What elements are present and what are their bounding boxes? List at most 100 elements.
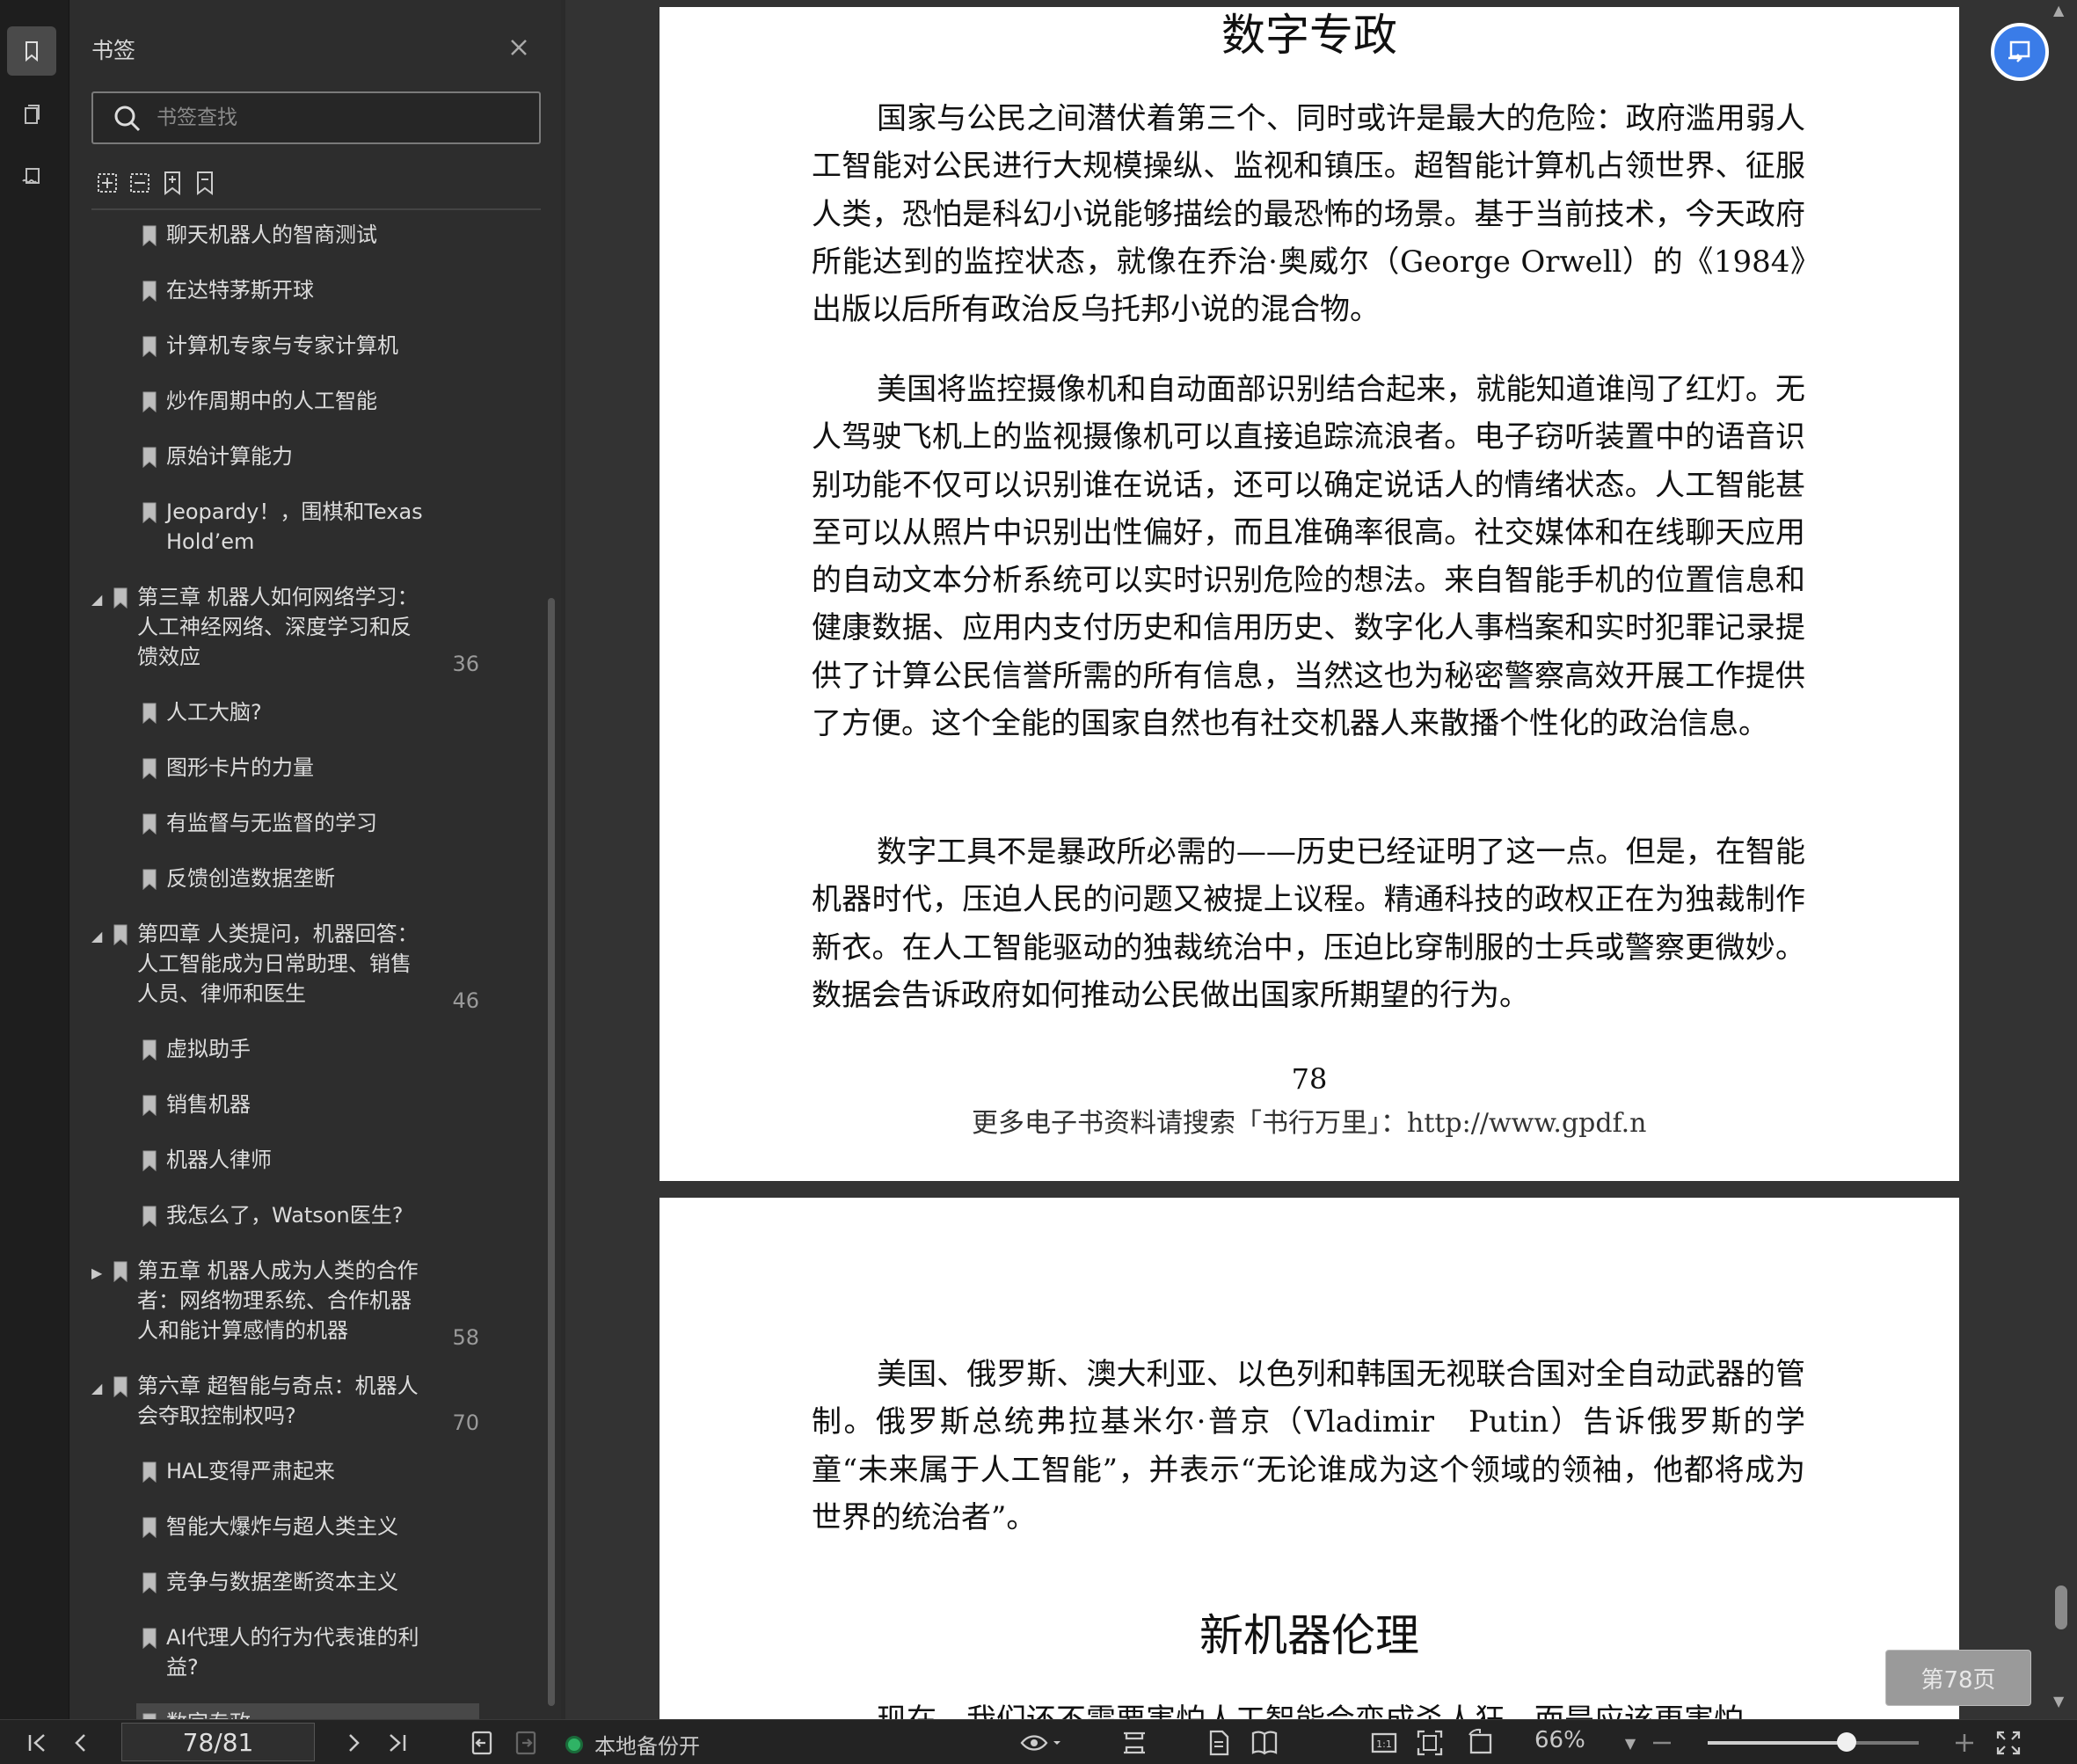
bookmark-item[interactable]: 竞争与数据垄断资本主义 75 [136, 1563, 479, 1614]
double-page-button[interactable] [1249, 1727, 1280, 1759]
bookmark-item[interactable]: AI代理人的行为代表谁的利 益? 77 [136, 1618, 479, 1699]
actual-size-button[interactable]: 1:1 [1368, 1727, 1400, 1759]
bookmark-item[interactable]: 炒作周期中的人工智能 31 [136, 382, 479, 433]
collapse-all-icon[interactable] [124, 167, 156, 199]
bookmark-item[interactable]: 机器人律师 52 [136, 1141, 479, 1192]
bookmark-item[interactable]: HAL变得严肃起来 72 [136, 1452, 479, 1503]
bookmark-icon [142, 1517, 157, 1539]
bookmark-label: 聊天机器人的智商测试 [166, 222, 377, 247]
zoom-level[interactable]: 66% [1534, 1727, 1585, 1753]
first-page-button[interactable] [21, 1727, 53, 1759]
bookmark-search [91, 91, 541, 144]
last-page-button[interactable] [382, 1727, 413, 1759]
bookmark-page-number: 42 [470, 873, 479, 898]
double-page-icon [1251, 1731, 1278, 1755]
prev-page-button[interactable] [65, 1727, 97, 1759]
close-icon[interactable] [505, 33, 533, 62]
annotation-tab-button[interactable] [7, 153, 56, 202]
fit-page-button[interactable] [1414, 1727, 1446, 1759]
expand-toggle-icon[interactable]: ▶ [91, 1265, 102, 1281]
bookmark-page-number: 31 [470, 396, 479, 420]
zoom-dropdown-icon[interactable]: ▼ [1620, 1727, 1641, 1759]
bookmark-icon [142, 1572, 157, 1594]
eye-protection-button[interactable] [1018, 1727, 1062, 1759]
current-page-badge: 第78页 [1885, 1650, 2031, 1706]
bookmark-item[interactable]: ◢ 第六章 超智能与奇点：机器人 会夺取控制权吗? 70 [0, 1367, 479, 1447]
section-heading: 数字专政 [1221, 10, 1397, 61]
single-page-button[interactable] [1203, 1727, 1235, 1759]
bookmark-item[interactable]: 反馈创造数据垄断 42 [136, 859, 479, 910]
collapse-toggle-icon[interactable]: ◢ [91, 591, 102, 608]
bookmark-item[interactable]: 我怎么了，Watson医生? 54 [136, 1196, 479, 1247]
bookmark-page-number: 54 [470, 1210, 479, 1235]
forward-button[interactable] [510, 1727, 542, 1759]
bookmark-item[interactable]: Jeopardy！，围棋和Texas Hold’em 33 [136, 492, 479, 573]
zoom-slider-handle[interactable] [1837, 1732, 1857, 1752]
bookmark-label: HAL变得严肃起来 [166, 1459, 335, 1483]
rotate-button[interactable] [1465, 1727, 1497, 1759]
bookmark-label: 第三章 机器人如何网络学习： 人工神经网络、深度学习和反 馈效应 [137, 585, 419, 669]
fullscreen-icon [1996, 1731, 2021, 1755]
bookmark-icon [113, 924, 128, 946]
bookmark-item[interactable]: 虚拟助手 48 [136, 1030, 479, 1081]
bookmark-item[interactable]: 图形卡片的力量 40 [136, 748, 479, 799]
chevron-right-icon [349, 1734, 360, 1752]
scroll-down-icon[interactable]: ▼ [2053, 1693, 2064, 1709]
fullscreen-button[interactable] [1993, 1727, 2024, 1759]
document-scrollbar-thumb[interactable] [2055, 1585, 2067, 1629]
bookmark-page-number: 77 [470, 1662, 479, 1687]
svg-text:1:1: 1:1 [1376, 1738, 1392, 1750]
page-number-input[interactable] [121, 1723, 315, 1761]
bookmark-page-number: 41 [470, 818, 479, 842]
zoom-out-button[interactable] [1646, 1727, 1678, 1759]
bookmark-icon [142, 1095, 157, 1117]
bookmark-page-number: 28 [470, 285, 479, 310]
bookmark-icon [113, 587, 128, 609]
paragraph: 国家与公民之间潜伏着第三个、同时或许是最大的危险：政府滥用弱人工智能对公民进行大… [812, 101, 1805, 328]
bookmark-item[interactable]: 智能大爆炸与超人类主义 74 [136, 1507, 479, 1558]
bookmark-item[interactable]: 聊天机器人的智商测试 26 [136, 215, 479, 266]
zoom-in-button[interactable] [1949, 1727, 1980, 1759]
bookmark-item[interactable]: 在达特茅斯开球 28 [136, 271, 479, 322]
remove-bookmark-icon[interactable] [189, 167, 221, 199]
bookmark-icon [142, 869, 157, 891]
bookmark-label: 虚拟助手 [166, 1037, 251, 1061]
bookmark-icon [113, 1376, 128, 1398]
pdf-page: 数字专政 国家与公民之间潜伏着第三个、同时或许是最大的危险：政府滥用弱人工智能对… [660, 7, 1959, 1181]
bookmark-item[interactable]: 原始计算能力 32 [136, 437, 479, 488]
thumbnail-tab-button[interactable] [7, 90, 56, 139]
continuous-scroll-button[interactable] [1119, 1727, 1150, 1759]
collapse-toggle-icon[interactable]: ◢ [91, 928, 102, 944]
add-bookmark-icon[interactable] [157, 167, 188, 199]
bookmark-tab-button[interactable] [7, 26, 56, 76]
zoom-slider-fill [1708, 1741, 1847, 1745]
next-page-button[interactable] [338, 1727, 369, 1759]
thumbnail-tab-icon [25, 105, 40, 124]
expand-all-icon[interactable] [91, 167, 123, 199]
bookmark-page-number: 48 [470, 1044, 479, 1068]
backup-status[interactable]: 本地备份开 [594, 1729, 700, 1760]
chevron-left-icon [75, 1734, 85, 1752]
bookmark-icon [142, 1713, 157, 1719]
scroll-up-icon[interactable]: ▲ [2053, 2, 2064, 18]
bookmark-item[interactable]: ◢ 第四章 人类提问，机器回答： 人工智能成为日常助理、销售 人员、律师和医生 46 [0, 915, 479, 1025]
bookmark-label: 人工大脑? [166, 700, 262, 725]
bookmark-item[interactable]: 销售机器 50 [136, 1085, 479, 1136]
bookmark-item[interactable]: 数字专政78 [136, 1703, 479, 1719]
bookmark-label: 智能大爆炸与超人类主义 [166, 1514, 398, 1539]
bookmark-item[interactable]: ▶ 第五章 机器人成为人类的合作 者：网络物理系统、合作机器 人和能计算感情的机器… [0, 1251, 479, 1362]
bookmark-label: 销售机器 [166, 1092, 251, 1117]
collapse-toggle-icon[interactable]: ◢ [91, 1380, 102, 1396]
floating-action-button[interactable] [1991, 23, 2049, 81]
bookmark-item[interactable]: 计算机专家与专家计算机 30 [136, 326, 479, 377]
backup-status-icon [565, 1736, 583, 1753]
bookmark-item[interactable]: 人工大脑? 38 [136, 693, 479, 744]
bookmark-item[interactable]: ◢ 第三章 机器人如何网络学习： 人工神经网络、深度学习和反 馈效应 36 [0, 578, 479, 689]
document-viewport[interactable]: 数字专政 国家与公民之间潜伏着第三个、同时或许是最大的危险：政府滥用弱人工智能对… [565, 0, 2077, 1719]
bookmark-item[interactable]: 有监督与无监督的学习 41 [136, 804, 479, 855]
back-button[interactable] [466, 1727, 498, 1759]
plus-icon [1956, 1734, 1973, 1752]
bookmark-icon [142, 1461, 157, 1483]
bookmark-search-input[interactable] [157, 100, 526, 135]
panel-scrollbar-thumb[interactable] [548, 598, 555, 1706]
